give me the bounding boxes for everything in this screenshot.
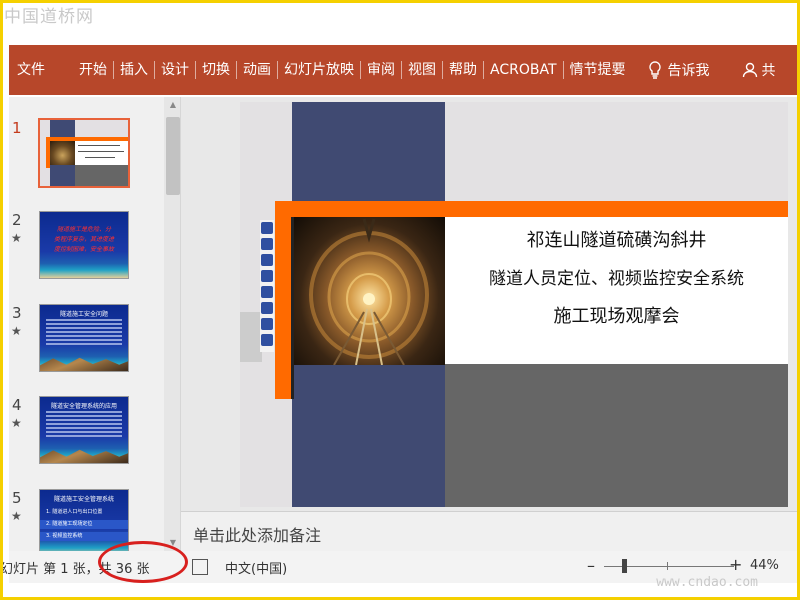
slide-preview-text: 类程序复杂，其进度进 xyxy=(53,236,114,243)
slide-preview-text: 隧道施工是危险、分 xyxy=(56,226,111,233)
share-button[interactable]: 共 xyxy=(742,60,776,80)
tab-help[interactable]: 帮助 xyxy=(443,55,483,85)
animation-star-icon: ★ xyxy=(11,416,22,430)
current-slide[interactable]: 祁连山隧道硫磺沟斜井 隧道人员定位、视频监控安全系统 施工现场观摩会 xyxy=(240,102,788,507)
lightbulb-icon xyxy=(648,61,661,79)
slide-preview-text: 2. 隧道施工现场定位 xyxy=(40,520,128,529)
slide-preview-text: 度控制困难，安全事故 xyxy=(53,246,114,253)
tab-insert[interactable]: 插入 xyxy=(114,55,154,85)
slide-preview-text: 3. 视频监控系统 xyxy=(40,532,128,541)
slide-orange-bar-vertical xyxy=(275,201,291,399)
slide-thumbnail-4[interactable]: 4 ★ 隧道安全管理系统的应用 xyxy=(9,396,159,484)
scroll-thumb[interactable] xyxy=(166,117,180,195)
zoom-out-button[interactable]: – xyxy=(587,556,595,575)
zoom-in-button[interactable]: + xyxy=(729,555,742,574)
watermark-bottom: www.cndao.com xyxy=(656,575,758,590)
tab-storyboarding[interactable]: 情节提要 xyxy=(564,55,632,85)
slide-thumbnail-pane: 1 2 ★ 隧道施工是危险、分 类程序复杂，其进度进 度控制困难，安全事故 3 … xyxy=(9,97,182,557)
slide-number: 1 xyxy=(12,119,22,137)
slide-preview-title: 隧道施工安全问题 xyxy=(59,311,108,318)
animation-star-icon: ★ xyxy=(11,509,22,523)
tunnel-photo[interactable] xyxy=(294,217,445,365)
tab-transitions[interactable]: 切换 xyxy=(196,55,236,85)
slide-thumbnail-3[interactable]: 3 ★ 隧道施工安全问题 xyxy=(9,304,159,392)
slide-icon-strip xyxy=(260,220,274,352)
language-indicator[interactable]: 中文(中国) xyxy=(225,558,287,577)
slide-number: 4 xyxy=(12,396,22,414)
slide-title-line1: 祁连山隧道硫磺沟斜井 xyxy=(526,230,707,251)
tab-acrobat[interactable]: ACROBAT xyxy=(484,55,563,85)
slide-orange-bar xyxy=(275,201,788,217)
slide-preview-text: 1. 隧道进人口与出口位置 xyxy=(46,509,103,515)
slide-preview-title: 隧道施工安全管理系统 xyxy=(53,496,114,503)
slide-number: 5 xyxy=(12,489,22,507)
tell-me-button[interactable]: 告诉我 xyxy=(648,60,710,80)
share-label: 共 xyxy=(761,63,776,79)
slide-number: 3 xyxy=(12,304,22,322)
person-icon xyxy=(742,62,757,78)
slide-title-line3: 施工现场观摩会 xyxy=(553,306,680,327)
zoom-slider-thumb[interactable] xyxy=(622,559,627,573)
tab-view[interactable]: 视图 xyxy=(402,55,442,85)
notes-pane[interactable]: 单击此处添加备注 xyxy=(181,511,797,552)
slide-preview: 隧道施工是危险、分 类程序复杂，其进度进 度控制困难，安全事故 xyxy=(39,211,129,279)
title-bar xyxy=(3,3,797,48)
slide-thumbnail-2[interactable]: 2 ★ 隧道施工是危险、分 类程序复杂，其进度进 度控制困难，安全事故 xyxy=(9,211,159,299)
slide-thumbnail-1[interactable]: 1 xyxy=(9,118,159,207)
highlight-annotation-circle xyxy=(98,541,188,583)
slide-title-line2: 隧道人员定位、视频监控安全系统 xyxy=(489,269,744,289)
notes-toggle-icon[interactable] xyxy=(192,559,208,575)
slide-preview xyxy=(38,118,130,188)
tab-slideshow[interactable]: 幻灯片放映 xyxy=(278,55,360,85)
ribbon-tabs: 文件 开始 插入 设计 切换 动画 幻灯片放映 审阅 视图 帮助 ACROBAT… xyxy=(9,45,797,95)
tell-me-label: 告诉我 xyxy=(667,63,710,79)
slide-editor: 祁连山隧道硫磺沟斜井 隧道人员定位、视频监控安全系统 施工现场观摩会 xyxy=(181,97,797,511)
animation-star-icon: ★ xyxy=(11,324,22,338)
slide-preview: 隧道施工安全问题 xyxy=(39,304,129,372)
animation-star-icon: ★ xyxy=(11,231,22,245)
tab-review[interactable]: 审阅 xyxy=(361,55,401,85)
slide-number: 2 xyxy=(12,211,22,229)
slide-preview: 隧道安全管理系统的应用 xyxy=(39,396,129,464)
tab-file[interactable]: 文件 xyxy=(11,55,51,85)
slide-gray-block xyxy=(445,364,788,507)
tab-home[interactable]: 开始 xyxy=(73,55,113,85)
notes-placeholder: 单击此处添加备注 xyxy=(193,526,322,545)
tab-design[interactable]: 设计 xyxy=(155,55,195,85)
tab-animations[interactable]: 动画 xyxy=(237,55,277,85)
watermark-top: 中国道桥网 xyxy=(4,7,94,27)
slide-preview-title: 隧道安全管理系统的应用 xyxy=(50,403,117,410)
zoom-level[interactable]: 44% xyxy=(750,558,779,573)
